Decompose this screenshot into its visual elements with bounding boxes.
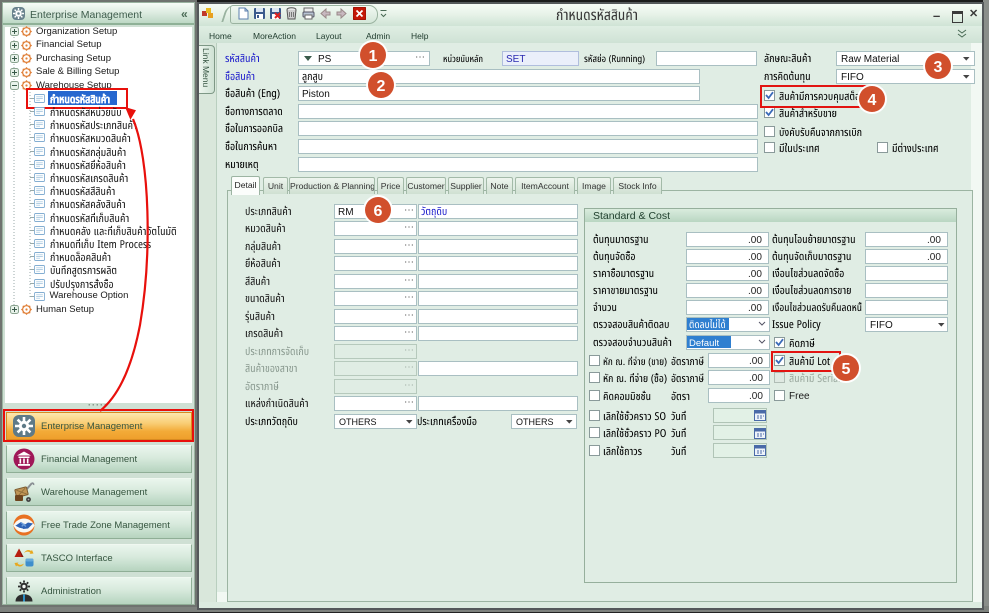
svg-text:6: 6 (374, 203, 383, 220)
svg-text:2: 2 (377, 78, 386, 95)
svg-text:3: 3 (934, 59, 943, 76)
svg-text:4: 4 (868, 92, 877, 109)
svg-text:5: 5 (842, 361, 851, 378)
svg-text:1: 1 (369, 48, 378, 65)
